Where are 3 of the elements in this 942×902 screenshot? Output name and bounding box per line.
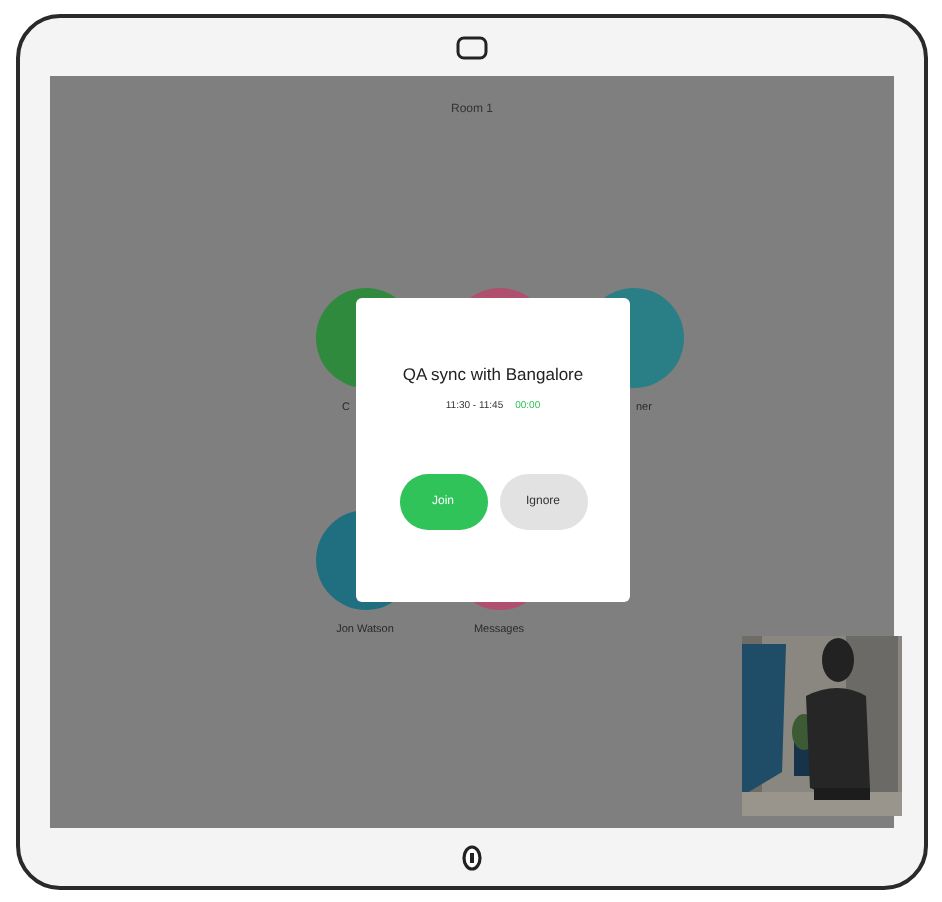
dialog-title: QA sync with Bangalore: [402, 362, 584, 388]
home-button-icon[interactable]: [462, 843, 482, 871]
camera-icon: [456, 35, 488, 59]
